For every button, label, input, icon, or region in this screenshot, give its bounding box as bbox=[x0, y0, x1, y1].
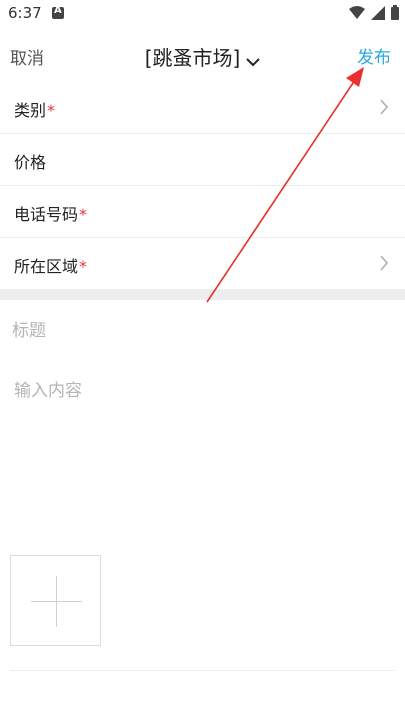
category-selector[interactable]: [跳蚤市场] bbox=[0, 42, 405, 72]
region-label: 所在区域* bbox=[14, 257, 88, 276]
category-label: 类别* bbox=[14, 101, 56, 120]
title-input[interactable]: 标题 bbox=[12, 316, 392, 341]
status-icons bbox=[349, 4, 399, 24]
section-divider bbox=[0, 290, 405, 300]
region-row[interactable]: 所在区域* bbox=[0, 238, 405, 290]
status-bar: 6:37 bbox=[0, 0, 405, 28]
chevron-down-icon bbox=[246, 48, 261, 72]
price-row[interactable]: 价格 bbox=[0, 134, 405, 186]
publish-button[interactable]: 发布 bbox=[357, 43, 391, 68]
phone-row[interactable]: 电话号码* bbox=[0, 186, 405, 238]
status-time: 6:37 bbox=[8, 4, 42, 22]
required-mark: * bbox=[79, 205, 88, 224]
battery-icon bbox=[391, 4, 399, 24]
required-mark: * bbox=[47, 101, 56, 120]
required-mark: * bbox=[79, 257, 88, 276]
wifi-icon bbox=[349, 5, 365, 24]
content-input[interactable]: 输入内容 bbox=[14, 376, 394, 401]
chevron-right-icon bbox=[379, 99, 389, 119]
page-title: [跳蚤市场] bbox=[144, 46, 241, 70]
category-row[interactable]: 类别* bbox=[0, 82, 405, 134]
price-label: 价格 bbox=[14, 153, 47, 172]
signal-icon bbox=[371, 5, 385, 24]
top-nav-bar: 取消 [跳蚤市场] 发布 bbox=[0, 28, 405, 82]
chevron-right-icon bbox=[379, 255, 389, 275]
bottom-divider bbox=[10, 670, 395, 671]
phone-label: 电话号码* bbox=[14, 205, 88, 224]
a-badge-icon bbox=[52, 5, 64, 19]
add-photo-button[interactable] bbox=[10, 555, 101, 646]
post-form: 类别* 价格 电话号码* 所在区域* bbox=[0, 82, 405, 290]
